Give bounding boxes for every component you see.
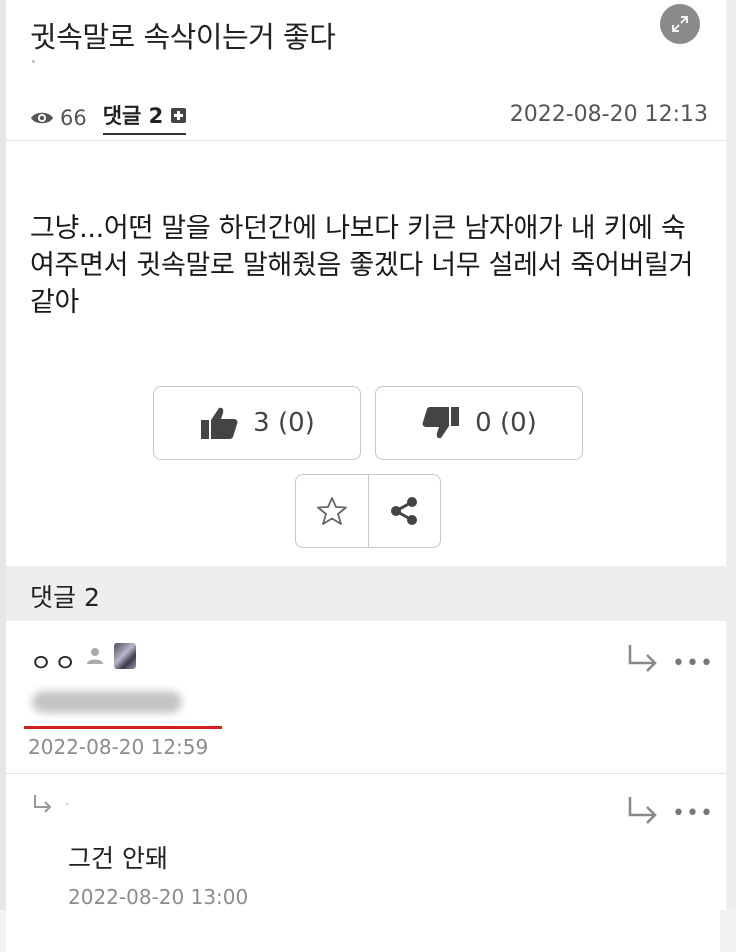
comments-section-header: 댓글 2 (6, 566, 726, 621)
comments-header-label: 댓글 2 (30, 583, 100, 612)
reply-date: 2022-08-20 13:00 (68, 885, 249, 909)
downvote-count: 0 (0) (475, 408, 537, 438)
user-icon (87, 648, 103, 664)
avatar (114, 643, 136, 669)
reply-comment-item: ••• 그건 안돼 2022-08-20 13:00 (6, 775, 726, 915)
bottom-content-area (6, 910, 720, 952)
post-meta: 66 댓글 2 (30, 100, 187, 135)
comment-count-label: 댓글 2 (102, 104, 164, 128)
upvote-count: 3 (0) (253, 408, 315, 438)
post-date: 2022-08-20 12:13 (509, 102, 708, 127)
share-button[interactable] (367, 475, 441, 547)
reply-text: 그건 안돼 (68, 844, 168, 873)
plus-box-icon (171, 107, 187, 123)
share-icon (391, 497, 418, 525)
comment-date: 2022-08-20 12:59 (28, 735, 209, 759)
post-body: 그냥...어떤 말을 하던간에 나보다 키큰 남자애가 내 키에 숙여주면서 귓… (30, 213, 694, 318)
downvote-button[interactable]: 0 (0) (375, 386, 583, 460)
view-count: 66 (60, 105, 87, 130)
more-icon[interactable]: ••• (672, 801, 714, 826)
upvote-button[interactable]: 3 (0) (153, 386, 361, 460)
expand-icon (672, 16, 688, 32)
thumbs-up-icon (201, 407, 238, 439)
post-title: 귓속말로 속삭이는거 좋다 (30, 20, 336, 54)
bottom-edge (0, 910, 736, 952)
blurred-comment-text (32, 691, 182, 713)
expand-button[interactable] (660, 4, 700, 44)
comment-author: ㅇㅇ (30, 649, 79, 677)
comment-item: ㅇㅇ ••• 2022-08-20 12:59 (6, 621, 726, 774)
nested-reply-icon (34, 795, 52, 813)
author-placeholder-dot (66, 803, 68, 805)
comment-count-link[interactable]: 댓글 2 (102, 100, 187, 135)
thumbs-down-icon (422, 407, 460, 439)
eye-icon (31, 112, 53, 123)
right-frame-edge (726, 0, 736, 952)
title-decoration-dot (32, 60, 35, 63)
highlight-underline (24, 726, 222, 729)
post-actions (295, 474, 441, 548)
bookmark-button[interactable] (296, 475, 368, 547)
star-icon (316, 497, 347, 525)
reply-arrow-icon[interactable] (626, 795, 660, 825)
reply-arrow-icon[interactable] (626, 643, 660, 673)
more-icon[interactable]: ••• (672, 651, 714, 676)
divider (6, 140, 726, 141)
